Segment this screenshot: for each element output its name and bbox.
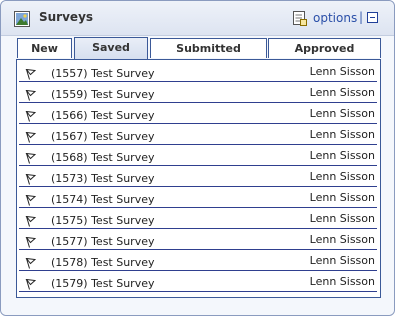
list-item[interactable]: (1557) Test Survey Lenn Sisson xyxy=(19,61,377,82)
survey-owner: Lenn Sisson xyxy=(309,254,375,267)
tab-saved[interactable]: Saved xyxy=(74,37,148,59)
tab-submitted[interactable]: Submitted xyxy=(150,38,267,58)
flag-icon xyxy=(25,128,37,143)
survey-name-link[interactable]: (1566) Test Survey xyxy=(51,109,155,122)
survey-name-link[interactable]: (1568) Test Survey xyxy=(51,151,155,164)
list-item[interactable]: (1577) Test Survey Lenn Sisson xyxy=(19,229,377,250)
survey-owner: Lenn Sisson xyxy=(309,128,375,141)
portlet-title: Surveys xyxy=(39,10,94,24)
flag-icon xyxy=(25,233,37,248)
flag-icon xyxy=(25,65,37,80)
flag-icon xyxy=(25,149,37,164)
flag-icon xyxy=(25,275,37,290)
survey-name-link[interactable]: (1567) Test Survey xyxy=(51,130,155,143)
list-item[interactable]: (1559) Test Survey Lenn Sisson xyxy=(19,82,377,103)
flag-icon xyxy=(25,212,37,227)
list-item[interactable]: (1567) Test Survey Lenn Sisson xyxy=(19,124,377,145)
portlet-header: Surveys options | xyxy=(1,1,394,36)
survey-owner: Lenn Sisson xyxy=(309,212,375,225)
surveys-portlet: Surveys options | New Saved Submitted Ap… xyxy=(0,0,395,316)
list-item[interactable]: (1568) Test Survey Lenn Sisson xyxy=(19,145,377,166)
list-item[interactable]: (1566) Test Survey Lenn Sisson xyxy=(19,103,377,124)
options-link[interactable]: options xyxy=(313,11,357,25)
list-item[interactable]: (1579) Test Survey Lenn Sisson xyxy=(19,271,377,292)
list-item[interactable]: (1573) Test Survey Lenn Sisson xyxy=(19,166,377,187)
survey-name-link[interactable]: (1577) Test Survey xyxy=(51,235,155,248)
portlet-body: New Saved Submitted Approved (1557) Test… xyxy=(1,36,394,315)
flag-icon xyxy=(25,191,37,206)
survey-name-link[interactable]: (1578) Test Survey xyxy=(51,256,155,269)
minimize-icon[interactable] xyxy=(367,12,378,23)
survey-owner: Lenn Sisson xyxy=(309,107,375,120)
list-item[interactable]: (1575) Test Survey Lenn Sisson xyxy=(19,208,377,229)
survey-name-link[interactable]: (1579) Test Survey xyxy=(51,277,155,290)
tab-new[interactable]: New xyxy=(17,38,72,58)
survey-list: (1557) Test Survey Lenn Sisson (1559) Test… xyxy=(16,59,381,298)
survey-name-link[interactable]: (1573) Test Survey xyxy=(51,172,155,185)
survey-name-link[interactable]: (1574) Test Survey xyxy=(51,193,155,206)
survey-name-link[interactable]: (1557) Test Survey xyxy=(51,67,155,80)
list-item[interactable]: (1574) Test Survey Lenn Sisson xyxy=(19,187,377,208)
flag-icon xyxy=(25,170,37,185)
flag-icon xyxy=(25,254,37,269)
flag-icon xyxy=(25,107,37,122)
survey-owner: Lenn Sisson xyxy=(309,170,375,183)
survey-name-link[interactable]: (1559) Test Survey xyxy=(51,88,155,101)
list-item[interactable]: (1578) Test Survey Lenn Sisson xyxy=(19,250,377,271)
image-icon xyxy=(14,11,30,27)
tab-approved[interactable]: Approved xyxy=(268,38,381,58)
survey-owner: Lenn Sisson xyxy=(309,191,375,204)
flag-icon xyxy=(25,86,37,101)
options-icon[interactable] xyxy=(293,11,308,27)
survey-owner: Lenn Sisson xyxy=(309,86,375,99)
survey-name-link[interactable]: (1575) Test Survey xyxy=(51,214,155,227)
header-separator: | xyxy=(359,10,364,24)
survey-owner: Lenn Sisson xyxy=(309,149,375,162)
survey-owner: Lenn Sisson xyxy=(309,275,375,288)
survey-owner: Lenn Sisson xyxy=(309,233,375,246)
survey-owner: Lenn Sisson xyxy=(309,65,375,78)
